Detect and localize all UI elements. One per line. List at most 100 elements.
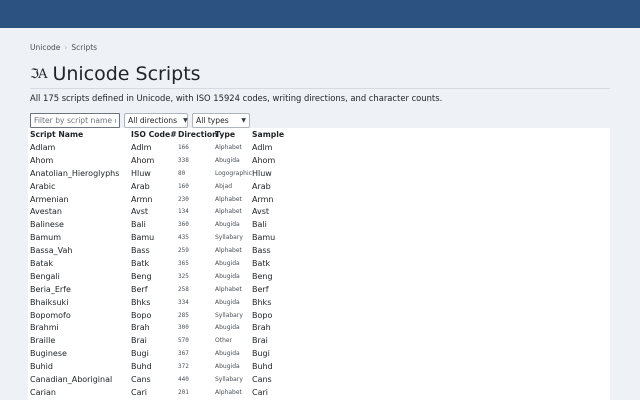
cell-script-name: Bopomofo — [30, 310, 71, 320]
table-row[interactable]: Braille Brai 570 Other Brai — [28, 334, 610, 347]
scripts-table-container: Script Name ISO Code# Direction Type Sam… — [28, 128, 610, 400]
cell-script-name: Arabic — [30, 181, 56, 191]
cell-iso-code: Avst — [131, 207, 149, 217]
cell-iso-code: Bamu — [131, 233, 155, 243]
table-row[interactable]: Balinese Bali 360 Abugida Bali — [28, 218, 610, 231]
column-header-type[interactable]: Type — [213, 128, 250, 141]
cell-script-name: Bhaiksuki — [30, 297, 69, 307]
cell-direction: 372 — [178, 363, 189, 371]
cell-iso-code: Buhd — [131, 362, 152, 372]
cell-iso-code: Brai — [131, 336, 147, 346]
cell-sample: Hluw — [252, 168, 272, 178]
table-row[interactable]: Buginese Bugi 367 Abugida Bugi — [28, 347, 610, 360]
cell-iso-code: Beng — [131, 271, 152, 281]
cell-script-name: Adlam — [30, 142, 56, 152]
cell-script-name: Carian — [30, 387, 56, 397]
cell-script-name: Balinese — [30, 220, 64, 230]
table-row[interactable]: Arabic Arab 160 Abjad Arab — [28, 180, 610, 193]
cell-sample: Bhks — [252, 297, 272, 307]
cell-iso-code: Adlm — [131, 142, 152, 152]
type-select[interactable]: All types ▼ — [192, 113, 250, 128]
search-input[interactable] — [30, 113, 120, 128]
cell-direction: 230 — [178, 195, 189, 203]
table-row[interactable]: Carian Cari 201 Alphabet Cari — [28, 386, 610, 399]
cell-direction: 440 — [178, 375, 189, 383]
cell-iso-code: Bali — [131, 220, 146, 230]
page-description: All 175 scripts defined in Unicode, with… — [30, 93, 443, 103]
cell-type: Abugida — [215, 221, 240, 229]
cell-script-name: Avestan — [30, 207, 62, 217]
table-row[interactable]: Adlam Adlm 166 Alphabet Adlm — [28, 141, 610, 154]
table-row[interactable]: Avestan Avst 134 Alphabet Avst — [28, 205, 610, 218]
cell-iso-code: Brah — [131, 323, 150, 333]
table-row[interactable]: Armenian Armn 230 Alphabet Armn — [28, 193, 610, 206]
cell-direction: 334 — [178, 298, 189, 306]
column-header-direction[interactable]: Direction — [176, 128, 218, 141]
column-header-script-name[interactable]: Script Name — [28, 128, 129, 141]
breadcrumb-separator: › — [64, 43, 68, 52]
translate-icon: ℑA — [30, 66, 47, 82]
top-navbar — [0, 0, 640, 28]
cell-script-name: Beria_Erfe — [30, 284, 71, 294]
chevron-down-icon: ▼ — [241, 117, 246, 124]
table-row[interactable]: Canadian_Aboriginal Cans 440 Syllabary Cans — [28, 373, 610, 386]
table-row[interactable]: Buhid Buhd 372 Abugida Buhd — [28, 360, 610, 373]
cell-script-name: Batak — [30, 258, 54, 268]
cell-sample: Batk — [252, 258, 271, 268]
cell-direction: 259 — [178, 247, 189, 255]
table-header-row: Script Name ISO Code# Direction Type Sam… — [28, 128, 610, 141]
cell-type: Alphabet — [215, 195, 242, 203]
cell-sample: Beng — [252, 271, 273, 281]
breadcrumb: Unicode › Scripts — [30, 43, 97, 52]
cell-direction: 160 — [178, 182, 189, 190]
cell-direction: 134 — [178, 208, 189, 216]
cell-type: Alphabet — [215, 247, 242, 255]
cell-type: Alphabet — [215, 208, 242, 216]
cell-iso-code: Bhks — [131, 297, 151, 307]
cell-sample: Bugi — [252, 349, 270, 359]
cell-type: Abugida — [215, 350, 240, 358]
cell-direction: 201 — [178, 388, 189, 396]
direction-select[interactable]: All directions ▼ — [124, 113, 188, 128]
direction-select-value: All directions — [128, 116, 178, 125]
column-header-iso-code[interactable]: ISO Code# — [129, 128, 177, 141]
cell-iso-code: Arab — [131, 181, 150, 191]
filter-bar: All directions ▼ All types ▼ — [30, 113, 250, 128]
table-row[interactable]: Bamum Bamu 435 Syllabary Bamu — [28, 231, 610, 244]
breadcrumb-home-link[interactable]: Unicode — [30, 43, 60, 52]
cell-sample: Bass — [252, 246, 271, 256]
page-title: ℑA Unicode Scripts — [30, 60, 201, 88]
table-row[interactable]: Ahom Ahom 338 Abugida Ahom — [28, 154, 610, 167]
cell-script-name: Armenian — [30, 194, 69, 204]
cell-sample: Avst — [252, 207, 270, 217]
cell-script-name: Buhid — [30, 362, 53, 372]
cell-iso-code: Armn — [131, 194, 153, 204]
cell-type: Abugida — [215, 298, 240, 306]
cell-script-name: Anatolian_Hieroglyphs — [30, 168, 120, 178]
table-row[interactable]: Bengali Beng 325 Abugida Beng — [28, 270, 610, 283]
cell-type: Abugida — [215, 156, 240, 164]
table-row[interactable]: Bopomofo Bopo 285 Syllabary Bopo — [28, 309, 610, 322]
table-row[interactable]: Bhaiksuki Bhks 334 Abugida Bhks — [28, 296, 610, 309]
table-row[interactable]: Beria_Erfe Berf 258 Alphabet Berf — [28, 283, 610, 296]
cell-sample: Cari — [252, 387, 268, 397]
cell-sample: Bamu — [252, 233, 276, 243]
title-divider — [30, 88, 610, 89]
cell-script-name: Canadian_Aboriginal — [30, 374, 113, 384]
cell-type: Abugida — [215, 363, 240, 371]
cell-direction: 300 — [178, 324, 189, 332]
cell-sample: Brah — [252, 323, 271, 333]
cell-direction: 80 — [178, 169, 186, 177]
table-row[interactable]: Brahmi Brah 300 Abugida Brah — [28, 321, 610, 334]
cell-type: Abugida — [215, 324, 240, 332]
table-row[interactable]: Batak Batk 365 Abugida Batk — [28, 257, 610, 270]
cell-script-name: Braille — [30, 336, 56, 346]
table-row[interactable]: Anatolian_Hieroglyphs Hluw 80 Logographic Hl… — [28, 167, 610, 180]
column-header-sample[interactable]: Sample — [250, 128, 610, 141]
cell-iso-code: Hluw — [131, 168, 151, 178]
table-row[interactable]: Bassa_Vah Bass 259 Alphabet Bass — [28, 244, 610, 257]
cell-direction: 325 — [178, 272, 189, 280]
cell-direction: 285 — [178, 311, 189, 319]
type-select-value: All types — [196, 116, 229, 125]
cell-sample: Bali — [252, 220, 267, 230]
